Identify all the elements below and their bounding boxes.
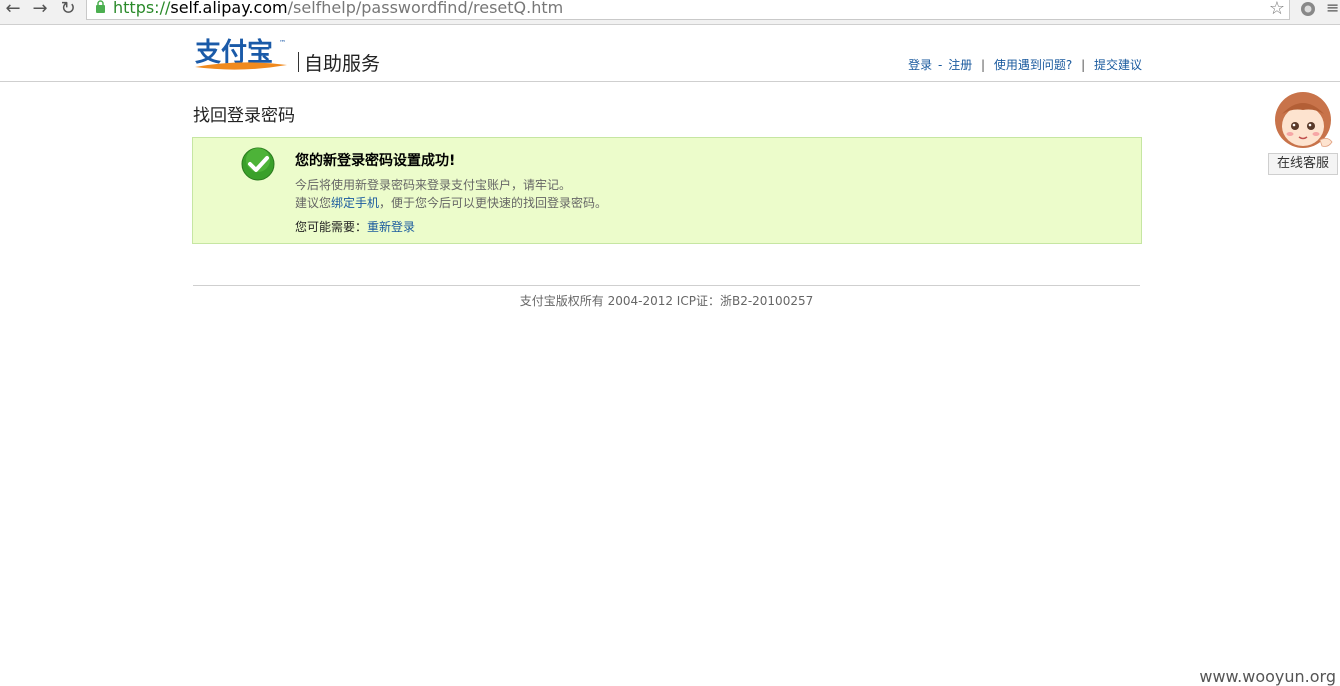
online-service-button[interactable]: 在线客服 (1268, 153, 1338, 175)
next-step: 您可能需要：重新登录 (295, 218, 415, 235)
watermark-text: www.wooyun.org (1199, 667, 1336, 686)
link-separator: | (981, 58, 986, 72)
link-separator: | (1081, 58, 1086, 72)
success-notice: 您的新登录密码设置成功! 今后将使用新登录密码来登录支付宝账户，请牢记。 建议您… (192, 137, 1142, 244)
header-title: 自助服务 (304, 53, 381, 75)
footer-copyright: 支付宝版权所有 2004-2012 ICP证：浙B2-20100257 (519, 294, 814, 308)
bookmark-star-icon[interactable]: ☆ (1269, 0, 1285, 19)
bind-phone-link[interactable]: 绑定手机 (331, 196, 379, 210)
address-bar[interactable]: https://self.alipay.com/selfhelp/passwor… (86, 0, 1290, 20)
back-icon[interactable]: ← (2, 0, 24, 20)
url-text[interactable]: https://self.alipay.com/selfhelp/passwor… (113, 0, 563, 17)
logo-divider (298, 52, 299, 72)
login-register-dash: - (938, 58, 943, 72)
relogin-link[interactable]: 重新登录 (367, 220, 415, 234)
notice-line-2-prefix: 建议您 (295, 196, 332, 210)
header-links: 登录 - 注册 | 使用遇到问题? | 提交建议 (908, 56, 1142, 73)
lock-icon (96, 0, 105, 13)
register-link[interactable]: 注册 (948, 58, 972, 72)
browser-toolbar: ← → ↻ https://self.alipay.com/selfhelp/p… (0, 0, 1340, 25)
menu-icon[interactable]: ≡ (1326, 0, 1339, 17)
service-avatar[interactable] (1270, 90, 1336, 152)
logo-tm: ™ (279, 39, 286, 47)
success-check-icon (241, 147, 275, 181)
alipay-logo[interactable]: 支付宝 ™ (193, 37, 289, 71)
online-service-widget[interactable]: 在线客服 (1268, 90, 1338, 180)
login-link[interactable]: 登录 (908, 58, 932, 72)
url-path: /selfhelp/passwordfind/resetQ.htm (287, 0, 564, 17)
notice-line-1: 今后将使用新登录密码来登录支付宝账户，请牢记。 (295, 178, 572, 192)
extension-icon[interactable] (1298, 0, 1318, 18)
notice-title: 您的新登录密码设置成功! (295, 153, 456, 169)
url-host: self.alipay.com (170, 0, 288, 17)
forward-icon[interactable]: → (29, 0, 51, 20)
footer-divider (193, 285, 1140, 286)
site-header: 支付宝 ™ 自助服务 登录 - 注册 | 使用遇到问题? | 提交建议 (0, 25, 1340, 82)
next-step-label: 您可能需要： (295, 220, 368, 234)
notice-line-2-suffix: ，便于您今后可以更快速的找回登录密码。 (379, 196, 608, 210)
help-link[interactable]: 使用遇到问题? (994, 58, 1072, 72)
page-title: 找回登录密码 (193, 106, 295, 126)
notice-line-2: 建议您绑定手机，便于您今后可以更快速的找回登录密码。 (295, 194, 607, 211)
url-scheme: https:// (113, 0, 171, 17)
reload-icon[interactable]: ↻ (57, 0, 79, 20)
feedback-link[interactable]: 提交建议 (1094, 58, 1142, 72)
